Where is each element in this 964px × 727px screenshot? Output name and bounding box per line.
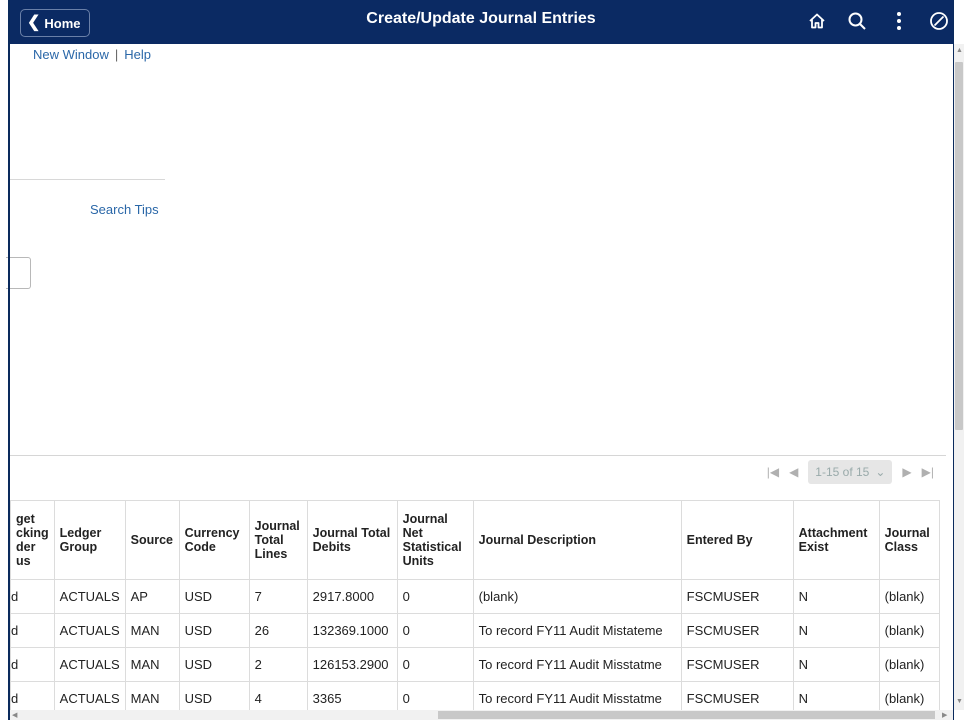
cell: 0 bbox=[396, 647, 474, 682]
cell: USD bbox=[178, 613, 250, 648]
table-row[interactable]: d ACTUALS AP USD 7 2917.8000 0 (blank) F… bbox=[10, 579, 940, 614]
cell: FSCMUSER bbox=[680, 647, 794, 682]
cell: MAN bbox=[124, 613, 180, 648]
divider bbox=[10, 179, 165, 180]
navbar-compass-icon[interactable] bbox=[924, 6, 954, 36]
cell: 0 bbox=[396, 579, 474, 614]
col-source[interactable]: Source bbox=[124, 500, 180, 580]
chevron-down-icon: ⌄ bbox=[875, 465, 886, 479]
cell: (blank) bbox=[878, 647, 940, 682]
cell: ACTUALS bbox=[53, 579, 126, 614]
horizontal-scrollbar-thumb[interactable] bbox=[438, 711, 935, 719]
table-row[interactable]: d ACTUALS MAN USD 26 132369.1000 0 To re… bbox=[10, 613, 940, 648]
cell: To record FY11 Audit Misstatme bbox=[472, 647, 682, 682]
cell: ACTUALS bbox=[53, 613, 126, 648]
link-separator: | bbox=[114, 47, 119, 62]
new-window-link[interactable]: New Window bbox=[33, 47, 109, 62]
cell: To record FY11 Audit Mistateme bbox=[472, 613, 682, 648]
page-range-select[interactable]: 1-15 of 15 ⌄ bbox=[808, 460, 893, 484]
cell: (blank) bbox=[472, 579, 682, 614]
col-attachment-exist[interactable]: Attachment Exist bbox=[792, 500, 880, 580]
cell: (blank) bbox=[878, 579, 940, 614]
vertical-scrollbar-thumb[interactable] bbox=[955, 62, 963, 430]
cell: 7 bbox=[248, 579, 308, 614]
home-icon[interactable] bbox=[802, 6, 832, 36]
col-ledger-group[interactable]: Ledger Group bbox=[53, 500, 126, 580]
col-journal-net-statistical-units[interactable]: Journal Net Statistical Units bbox=[396, 500, 474, 580]
scroll-up-arrow-icon[interactable]: ▲ bbox=[956, 47, 963, 54]
cell: N bbox=[792, 647, 880, 682]
col-journal-class[interactable]: Journal Class bbox=[878, 500, 940, 580]
first-page-icon[interactable]: |◀ bbox=[767, 465, 779, 479]
help-link[interactable]: Help bbox=[124, 47, 151, 62]
cell: 126153.2900 bbox=[306, 647, 398, 682]
cell: USD bbox=[178, 579, 250, 614]
cell: 2917.8000 bbox=[306, 579, 398, 614]
cell: (blank) bbox=[878, 613, 940, 648]
top-links: New Window | Help bbox=[33, 47, 151, 62]
grid-header-row: get cking der us Ledger Group Source Cur… bbox=[10, 500, 940, 580]
journal-results-grid: get cking der us Ledger Group Source Cur… bbox=[10, 500, 940, 716]
cell: d bbox=[10, 647, 55, 682]
cell: d bbox=[10, 579, 55, 614]
col-budget-checking-header-status[interactable]: get cking der us bbox=[10, 500, 55, 580]
col-journal-total-debits[interactable]: Journal Total Debits bbox=[306, 500, 398, 580]
last-page-icon[interactable]: ▶| bbox=[922, 465, 934, 479]
cell: FSCMUSER bbox=[680, 613, 794, 648]
search-input-partial[interactable] bbox=[6, 257, 31, 289]
cell: FSCMUSER bbox=[680, 579, 794, 614]
table-row[interactable]: d ACTUALS MAN USD 2 126153.2900 0 To rec… bbox=[10, 647, 940, 682]
cell: 26 bbox=[248, 613, 308, 648]
more-vertical-icon[interactable] bbox=[884, 6, 914, 36]
search-tips-link[interactable]: Search Tips bbox=[90, 202, 159, 217]
grid-pager: |◀ ◀ 1-15 of 15 ⌄ ▶ ▶| bbox=[767, 460, 934, 484]
cell: MAN bbox=[124, 647, 180, 682]
next-page-icon[interactable]: ▶ bbox=[902, 465, 911, 479]
cell: N bbox=[792, 579, 880, 614]
scroll-right-arrow-icon[interactable]: ▶ bbox=[942, 711, 947, 719]
page-range-label: 1-15 of 15 bbox=[815, 465, 870, 479]
scroll-left-arrow-icon[interactable]: ◀ bbox=[12, 711, 17, 719]
cell: USD bbox=[178, 647, 250, 682]
col-journal-description[interactable]: Journal Description bbox=[472, 500, 682, 580]
scroll-down-arrow-icon[interactable]: ▼ bbox=[956, 698, 963, 705]
cell: AP bbox=[124, 579, 180, 614]
col-journal-total-lines[interactable]: Journal Total Lines bbox=[248, 500, 308, 580]
app-header: ❮ Home Create/Update Journal Entries bbox=[8, 0, 954, 44]
col-currency-code[interactable]: Currency Code bbox=[178, 500, 250, 580]
search-icon[interactable] bbox=[842, 6, 872, 36]
cell: ACTUALS bbox=[53, 647, 126, 682]
previous-page-icon[interactable]: ◀ bbox=[789, 465, 798, 479]
cell: d bbox=[10, 613, 55, 648]
cell: 132369.1000 bbox=[306, 613, 398, 648]
cell: N bbox=[792, 613, 880, 648]
col-entered-by[interactable]: Entered By bbox=[680, 500, 794, 580]
cell: 0 bbox=[396, 613, 474, 648]
cell: 2 bbox=[248, 647, 308, 682]
